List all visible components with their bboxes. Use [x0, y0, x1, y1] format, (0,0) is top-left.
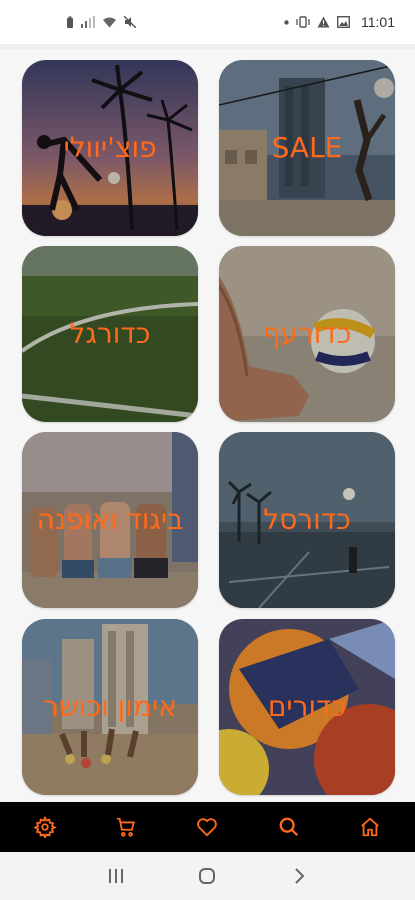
- category-tile-football[interactable]: כדורגל: [22, 246, 198, 422]
- status-left-icons: [66, 16, 136, 29]
- back-icon: [295, 868, 305, 884]
- cart-icon: [116, 817, 136, 837]
- gallery-icon: [337, 16, 350, 28]
- category-label: כדורעף: [262, 317, 352, 350]
- status-time: 11:01: [361, 14, 395, 30]
- category-label: ביגוד ואופנה: [36, 503, 184, 536]
- mute-icon: [124, 16, 136, 28]
- home-button[interactable]: [348, 805, 392, 849]
- search-button[interactable]: [267, 805, 311, 849]
- wifi-icon: [103, 17, 116, 28]
- favorites-button[interactable]: [185, 805, 229, 849]
- category-tile-apparel[interactable]: ביגוד ואופנה: [22, 432, 198, 608]
- category-label: כדורגל: [69, 317, 151, 350]
- dot-icon: [284, 19, 289, 25]
- category-label: פוצ'יוולי: [63, 131, 157, 164]
- category-tile-sale[interactable]: SALE: [219, 60, 395, 236]
- bottom-navigation: [0, 802, 415, 852]
- recents-button[interactable]: [96, 856, 136, 896]
- category-label: כדורסל: [263, 503, 351, 536]
- back-button[interactable]: [279, 856, 319, 896]
- category-tile-volleyball[interactable]: כדורעף: [219, 246, 395, 422]
- cart-button[interactable]: [104, 805, 148, 849]
- category-tile-positions[interactable]: פוצ'יוולי: [22, 60, 198, 236]
- system-home-button[interactable]: [187, 856, 227, 896]
- settings-button[interactable]: [23, 805, 67, 849]
- system-navigation: [0, 852, 415, 900]
- warning-icon: [317, 16, 330, 28]
- search-icon: [279, 817, 298, 837]
- recents-icon: [108, 869, 123, 883]
- settings-icon: [33, 816, 56, 838]
- category-tile-fitness[interactable]: אימון וכושר: [22, 619, 198, 795]
- vibrate-icon: [296, 16, 310, 28]
- category-tile-basketball[interactable]: כדורסל: [219, 432, 395, 608]
- category-grid: SALE פוצ'יוולי כדורעף כדורגל כדורסל ביגו…: [0, 49, 415, 802]
- home-icon: [361, 817, 380, 837]
- signal-bars-icon: [81, 16, 95, 28]
- status-right-icons: 11:01: [284, 14, 395, 30]
- category-label: אימון וכושר: [43, 690, 177, 723]
- status-bar: 11:01: [0, 0, 415, 44]
- category-label: SALE: [271, 131, 343, 164]
- heart-icon: [197, 818, 218, 837]
- battery-icon: [67, 16, 73, 28]
- home-circle-icon: [199, 868, 216, 884]
- category-tile-balls[interactable]: כדורים: [219, 619, 395, 795]
- category-label: כדורים: [267, 690, 347, 723]
